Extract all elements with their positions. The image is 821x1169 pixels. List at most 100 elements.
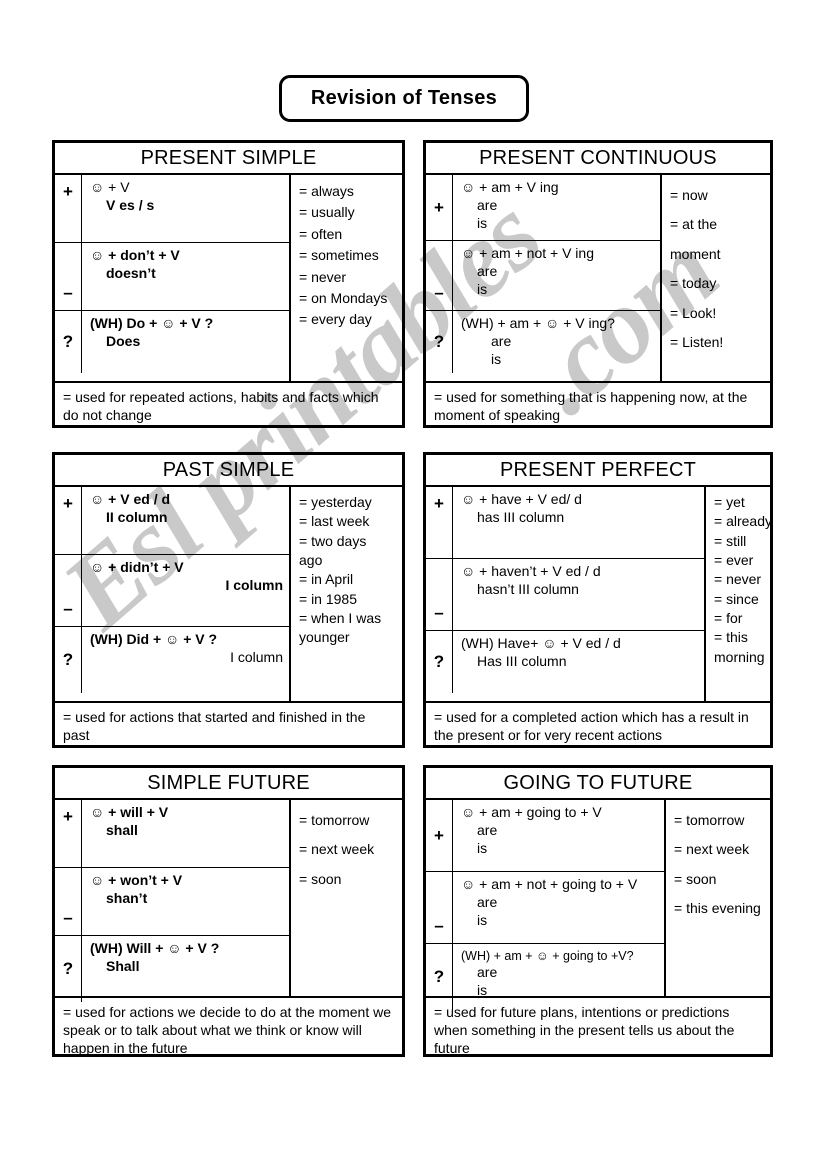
form-symbol: ? (55, 311, 82, 373)
form-pattern-line: shall (106, 821, 138, 838)
form-pattern: ☺ + am + going to + Vare is (453, 800, 664, 871)
time-expression: = every day (299, 311, 372, 328)
form-row: ? (WH) Did + ☺ + V ? I column (55, 627, 289, 693)
form-symbol: + (426, 175, 453, 240)
form-pattern-line: ☺ + V ed / d (90, 491, 171, 507)
time-expression: = in 1985 (299, 590, 357, 607)
form-column: + ☺ + will + Vshall – ☺ + won’t + Vshan’t?(… (55, 800, 291, 1002)
time-expression: = soon (674, 870, 717, 887)
tense-title: PRESENT SIMPLE (55, 143, 402, 175)
form-pattern: ☺ + am + not + V ing are is (453, 241, 660, 310)
form-pattern-line: ☺ + won’t + V (90, 872, 183, 888)
form-symbol: + (426, 800, 453, 871)
form-pattern: ☺ + didn’t + V I column (82, 555, 289, 626)
time-expression: = two days (299, 532, 367, 549)
time-expression-column: = tomorrow = next week = soon = this evenin… (666, 800, 770, 996)
form-pattern-line: ☺ + am + not + going to + V (461, 876, 638, 892)
tense-title: PAST SIMPLE (55, 455, 402, 487)
time-expression: moment (670, 245, 721, 262)
tense-title: PRESENT PERFECT (426, 455, 770, 487)
tense-usage-note: = used for actions that started and fini… (55, 701, 402, 747)
form-pattern-line: ☺ + am + V ing (461, 179, 559, 195)
time-expression: = when I was (299, 609, 382, 626)
form-symbol: – (55, 555, 82, 626)
time-expression: = soon (299, 870, 342, 887)
form-row: ? (WH) Do + ☺ + V ? Does (55, 311, 289, 373)
form-symbol: ? (55, 936, 82, 1002)
form-pattern-line: (WH) + am + ☺ + going to +V? (461, 949, 634, 963)
form-pattern-line: I column (225, 576, 283, 593)
form-row: + ☺ + V ed / d II column (55, 487, 289, 555)
form-column: + ☺ + have + V ed/ d has III column – ☺ + ha… (426, 487, 706, 701)
time-expression: = this evening (674, 900, 761, 917)
form-pattern: ☺ + will + Vshall (82, 800, 289, 867)
form-pattern: (WH) Do + ☺ + V ? Does (82, 311, 289, 373)
form-symbol: – (426, 872, 453, 943)
form-row: + ☺ + am + V ing are is (426, 175, 660, 241)
form-pattern-line: Has III column (477, 652, 567, 669)
form-symbol: ? (55, 627, 82, 693)
form-pattern-line: Shall (106, 957, 140, 974)
time-expression: = never (714, 571, 762, 588)
form-pattern-line: is (477, 981, 488, 998)
form-pattern: (WH) + am + ☺ + V ing? are is (453, 311, 660, 373)
form-column: + ☺ + am + V ing are is – ☺ + am + not + V in… (426, 175, 662, 381)
form-pattern-line: ☺ + am + going to + V (461, 804, 602, 820)
tense-usage-note: = used for repeated actions, habits and … (55, 381, 402, 427)
tense-grid: PRESENT SIMPLE + ☺ + VV es / s – ☺ + don’t +… (0, 0, 821, 1169)
time-expression: = in April (299, 571, 354, 588)
form-pattern-line: ☺ + V (90, 179, 130, 195)
form-symbol: ? (426, 944, 453, 1010)
form-symbol: – (426, 559, 453, 630)
time-expression: younger (299, 629, 350, 646)
tense-body: + ☺ + V ed / d II column – ☺ + didn’t + V I c… (55, 487, 402, 701)
tense-title: PRESENT CONTINUOUS (426, 143, 770, 175)
form-pattern: ☺ + VV es / s (82, 175, 289, 242)
form-symbol: + (55, 487, 82, 554)
form-pattern-line: are (477, 821, 498, 838)
time-expression: = on Mondays (299, 290, 388, 307)
form-pattern-line: ☺ + didn’t + V (90, 559, 184, 575)
time-expression: = tomorrow (299, 812, 370, 828)
tense-body: + ☺ + VV es / s – ☺ + don’t + Vdoesn’t? (WH)… (55, 175, 402, 381)
time-expression-column: = yesterday = last week = two days ago = in … (291, 487, 402, 701)
time-expression: = yesterday (299, 494, 372, 510)
tense-body: + ☺ + am + going to + Vare is – ☺ + am + not… (426, 800, 770, 1010)
form-row: + ☺ + VV es / s (55, 175, 289, 243)
tense-card-present-continuous: PRESENT CONTINUOUS + ☺ + am + V ing are is – ☺… (423, 140, 773, 428)
page-title-label: Revision of Tenses (310, 87, 498, 109)
form-pattern-line: has III column (477, 508, 565, 525)
tense-body: + ☺ + will + Vshall – ☺ + won’t + Vshan’t?(… (55, 800, 402, 1002)
form-pattern: ☺ + haven’t + V ed / d hasn’t III column (453, 559, 704, 630)
form-row: + ☺ + will + Vshall (55, 800, 289, 868)
time-expression: = usually (299, 204, 355, 221)
time-expression: = at the (670, 216, 718, 233)
form-pattern-line: is (477, 839, 488, 856)
form-row: – ☺ + am + not + V ing are is (426, 241, 660, 311)
time-expression: = next week (299, 841, 375, 858)
form-column: + ☺ + VV es / s – ☺ + don’t + Vdoesn’t? (WH)… (55, 175, 291, 381)
time-expression: = this (714, 629, 748, 646)
time-expression: = never (299, 268, 347, 285)
form-symbol: + (55, 175, 82, 242)
time-expression: ago (299, 551, 323, 568)
form-pattern-line: V es / s (106, 196, 155, 213)
form-symbol: – (426, 241, 453, 310)
form-pattern-line: ☺ + haven’t + V ed / d (461, 563, 601, 579)
time-expression-column: = yet = already = still = ever = never = sinc… (706, 487, 776, 701)
time-expression: = tomorrow (674, 812, 745, 828)
form-pattern-line: hasn’t III column (477, 580, 579, 597)
tense-card-going-to-future: GOING TO FUTURE + ☺ + am + going to + Vare… (423, 765, 773, 1057)
time-expression: = next week (674, 841, 750, 858)
time-expression: = often (299, 225, 343, 242)
form-pattern-line: are (477, 262, 498, 279)
tense-usage-note: = used for something that is happening n… (426, 381, 770, 427)
form-pattern: (WH) Will + ☺ + V ? Shall (82, 936, 289, 1002)
form-pattern-line: are (477, 893, 498, 910)
form-row: + ☺ + have + V ed/ d has III column (426, 487, 704, 559)
form-row: ? (WH) + am + ☺ + going to +V? are is (426, 944, 664, 1010)
time-expression: = Listen! (670, 333, 724, 350)
form-pattern: ☺ + don’t + Vdoesn’t (82, 243, 289, 310)
form-pattern-line: are (491, 332, 512, 349)
form-pattern-line: II column (106, 508, 168, 525)
